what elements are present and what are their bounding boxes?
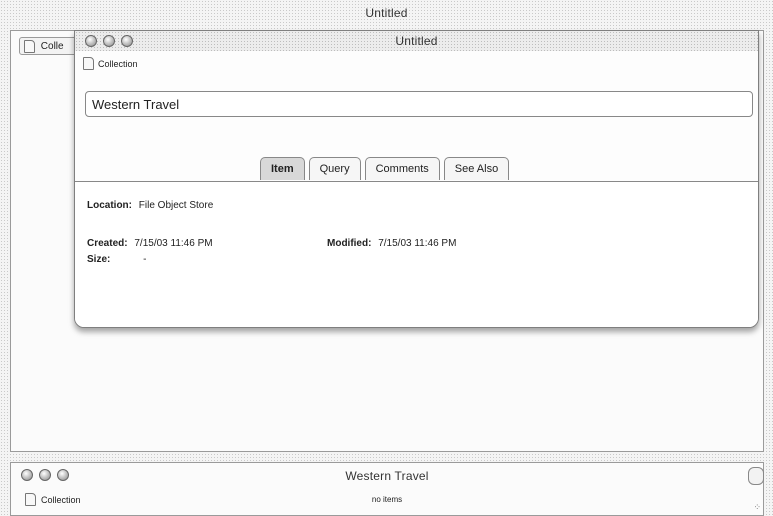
tab-comments[interactable]: Comments xyxy=(364,157,440,180)
inspector-window: Untitled Collection Item Query Comments … xyxy=(74,30,759,328)
back-window-tab-label: Colle xyxy=(40,41,64,52)
item-count: no items xyxy=(371,495,403,504)
inspector-title: Untitled xyxy=(395,34,438,48)
size-label: Size: xyxy=(87,254,111,265)
inspector-tabs: Item Query Comments See Also xyxy=(260,157,513,180)
size-value: - xyxy=(143,254,147,265)
modified-value: 7/15/03 11:46 PM xyxy=(378,238,457,249)
size-row: Size: - xyxy=(87,254,146,265)
document-icon xyxy=(24,39,35,53)
created-row: Created: 7/15/03 11:46 PM xyxy=(87,238,213,249)
app-title: Untitled xyxy=(365,6,408,20)
modified-label: Modified: xyxy=(327,238,372,249)
inspector-title-bar[interactable]: Untitled xyxy=(75,31,758,51)
location-label: Location: xyxy=(87,200,132,211)
kind-row: Collection xyxy=(83,57,138,70)
resize-grip-icon[interactable]: ⁘ xyxy=(753,502,761,513)
collection-name-field[interactable] xyxy=(85,91,753,117)
tab-item[interactable]: Item xyxy=(260,157,305,180)
collection-icon xyxy=(83,57,94,70)
location-value: File Object Store xyxy=(138,200,214,211)
toolbar-toggle-button[interactable] xyxy=(748,467,764,485)
location-row: Location: File Object Store xyxy=(87,200,213,211)
item-tab-panel: Location: File Object Store Created: 7/1… xyxy=(75,181,758,327)
collection-window: Western Travel Collection no items ⁘ xyxy=(10,462,764,516)
created-label: Created: xyxy=(87,238,128,249)
tab-see-also[interactable]: See Also xyxy=(443,157,510,180)
kind-label: Collection xyxy=(98,58,138,69)
tab-query[interactable]: Query xyxy=(308,157,361,180)
created-value: 7/15/03 11:46 PM xyxy=(134,238,213,249)
modified-row: Modified: 7/15/03 11:46 PM xyxy=(327,238,456,249)
bottom-window-title: Western Travel xyxy=(345,469,429,483)
